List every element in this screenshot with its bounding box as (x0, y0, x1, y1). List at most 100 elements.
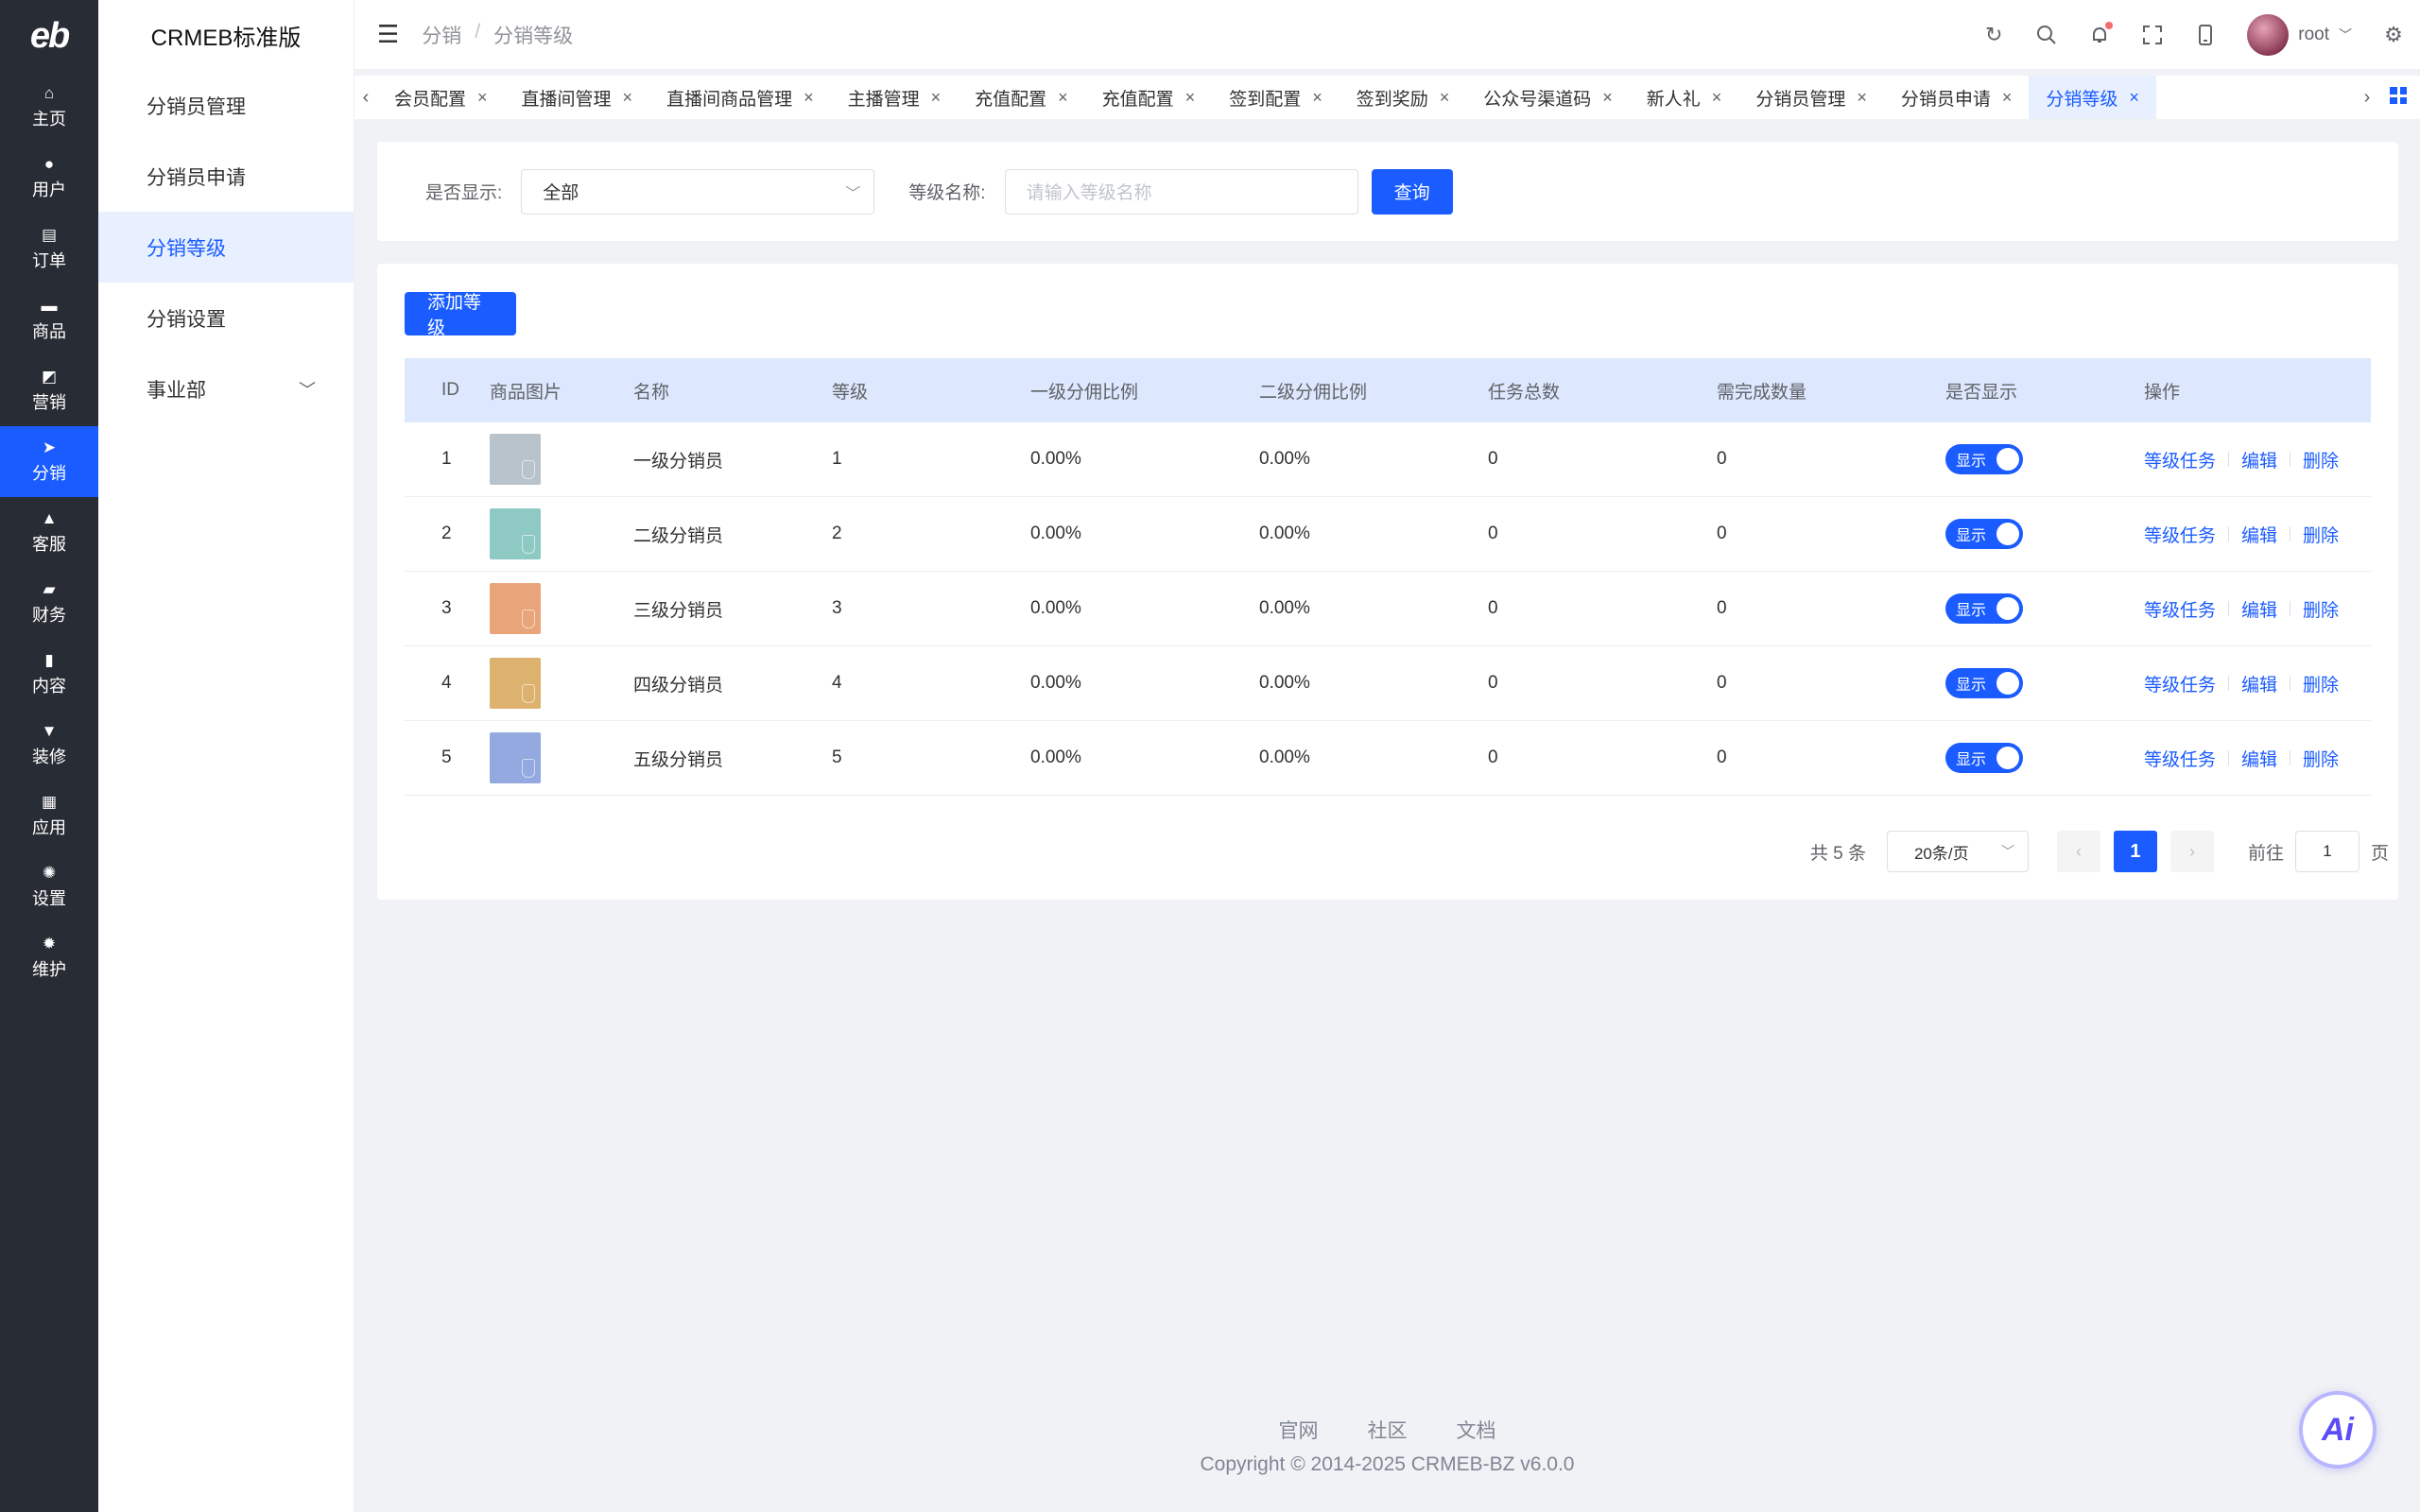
level-thumbnail-image[interactable] (490, 658, 541, 709)
rail-item-home[interactable]: ⌂ 主页 (0, 72, 98, 143)
close-icon[interactable]: × (1857, 88, 1867, 108)
rail-item-distribution[interactable]: ➤ 分销 (0, 426, 98, 497)
tabs-scroll-right-icon[interactable]: › (2356, 87, 2378, 109)
rail-item-settings[interactable]: ✺ 设置 (0, 851, 98, 922)
level-thumbnail-image[interactable] (490, 583, 541, 634)
prev-page-button[interactable]: ‹ (2056, 831, 2100, 872)
close-icon[interactable]: × (1602, 88, 1613, 108)
delete-link[interactable]: 删除 (2303, 596, 2339, 622)
tab-item[interactable]: 充值配置 × (1085, 76, 1213, 119)
tab-item[interactable]: 新人礼 × (1630, 76, 1739, 119)
rail-item-product[interactable]: ▬ 商品 (0, 284, 98, 355)
level-task-link[interactable]: 等级任务 (2144, 522, 2216, 547)
rail-item-label: 内容 (32, 676, 66, 696)
tab-item[interactable]: 充值配置 × (958, 76, 1085, 119)
rail-item-finance[interactable]: ▰ 财务 (0, 568, 98, 639)
subnav-item-division[interactable]: 事业部 ﹀ (98, 353, 354, 424)
mobile-icon[interactable] (2194, 24, 2217, 46)
rail-item-content[interactable]: ▮ 内容 (0, 639, 98, 710)
tab-item[interactable]: 直播间管理 × (505, 76, 650, 119)
tab-item[interactable]: 分销员申请 × (1884, 76, 2030, 119)
show-toggle-switch[interactable]: 显示 (1945, 593, 2023, 624)
footer-link-official[interactable]: 官网 (1279, 1416, 1319, 1444)
tab-item[interactable]: 直播间商品管理 × (649, 76, 831, 119)
refresh-icon[interactable]: ↻ (1982, 23, 2005, 46)
add-level-button[interactable]: 添加等级 (405, 292, 516, 338)
tab-item[interactable]: 签到奖励 × (1340, 76, 1467, 119)
level-thumbnail-image[interactable] (490, 434, 541, 485)
delete-link[interactable]: 删除 (2303, 746, 2339, 771)
rail-item-decorate[interactable]: ▼ 装修 (0, 710, 98, 781)
fullscreen-icon[interactable] (2141, 24, 2164, 46)
close-icon[interactable]: × (1312, 88, 1322, 108)
subnav-item-distribution-settings[interactable]: 分销设置 (98, 283, 354, 353)
edit-link[interactable]: 编辑 (2241, 596, 2277, 622)
show-toggle-switch[interactable]: 显示 (1945, 743, 2023, 773)
page-number-current[interactable]: 1 (2113, 831, 2157, 872)
close-icon[interactable]: × (804, 88, 814, 108)
tab-item[interactable]: 签到配置 × (1212, 76, 1340, 119)
subnav-item-distributor-apply[interactable]: 分销员申请 (98, 141, 354, 212)
level-task-link[interactable]: 等级任务 (2144, 671, 2216, 696)
delete-link[interactable]: 删除 (2303, 447, 2339, 472)
tabs-scroll-left-icon[interactable]: ‹ (354, 87, 377, 109)
tab-item[interactable]: 分销等级 × (2029, 76, 2156, 119)
column-header: 需完成数量 (1717, 382, 1807, 403)
rail-item-service-bell[interactable]: ▲ 客服 (0, 497, 98, 568)
level-task-link[interactable]: 等级任务 (2144, 596, 2216, 622)
page-size-select[interactable]: 20条/页 ﹀ (1886, 831, 2029, 872)
rail-item-order[interactable]: ▤ 订单 (0, 214, 98, 284)
gear-icon[interactable]: ⚙ (2382, 23, 2405, 46)
query-button[interactable]: 查询 (1371, 168, 1453, 215)
level-task-link[interactable]: 等级任务 (2144, 746, 2216, 771)
breadcrumb-parent[interactable]: 分销 (422, 21, 461, 49)
footer-link-community[interactable]: 社区 (1368, 1416, 1408, 1444)
rail-item-maintain[interactable]: ✹ 维护 (0, 922, 98, 993)
tabs-menu-grid-icon[interactable] (2390, 87, 2407, 104)
level-name-input[interactable]: 请输入等级名称 (1004, 168, 1358, 215)
rail-item-user[interactable]: ● 用户 (0, 143, 98, 214)
footer-link-docs[interactable]: 文档 (1457, 1416, 1496, 1444)
level-thumbnail-image[interactable] (490, 508, 541, 559)
edit-link[interactable]: 编辑 (2241, 746, 2277, 771)
delete-link[interactable]: 删除 (2303, 522, 2339, 547)
close-icon[interactable]: × (477, 88, 488, 108)
close-icon[interactable]: × (1712, 88, 1722, 108)
tab-item[interactable]: 分销员管理 × (1738, 76, 1884, 119)
close-icon[interactable]: × (2129, 88, 2139, 108)
show-filter-select[interactable]: 全部 ﹀ (521, 168, 875, 215)
bell-icon[interactable] (2088, 22, 2114, 46)
cell-need-complete: 0 (1717, 524, 1727, 543)
user-menu[interactable]: root ﹀ (2247, 14, 2352, 56)
close-icon[interactable]: × (1440, 88, 1450, 108)
close-icon[interactable]: × (1185, 88, 1196, 108)
subnav-item-distribution-level[interactable]: 分销等级 (98, 212, 354, 283)
ai-assistant-button[interactable]: Ai (2299, 1391, 2377, 1469)
edit-link[interactable]: 编辑 (2241, 522, 2277, 547)
show-toggle-switch[interactable]: 显示 (1945, 668, 2023, 698)
close-icon[interactable]: × (931, 88, 942, 108)
tab-item[interactable]: 公众号渠道码 × (1466, 76, 1630, 119)
delete-link[interactable]: 删除 (2303, 671, 2339, 696)
goto-page-input[interactable]: 1 (2294, 831, 2360, 872)
tab-item[interactable]: 会员配置 × (377, 76, 505, 119)
show-toggle-switch[interactable]: 显示 (1945, 519, 2023, 549)
menu-toggle-icon[interactable]: ☰ (377, 20, 399, 49)
next-page-button[interactable]: › (2169, 831, 2214, 872)
edit-link[interactable]: 编辑 (2241, 447, 2277, 472)
logo[interactable]: eb (0, 0, 98, 72)
cell-level: 4 (832, 673, 842, 693)
show-toggle-switch[interactable]: 显示 (1945, 444, 2023, 474)
level-task-link[interactable]: 等级任务 (2144, 447, 2216, 472)
rail-item-marketing[interactable]: ◩ 营销 (0, 355, 98, 426)
tab-item[interactable]: 主播管理 × (831, 76, 959, 119)
close-icon[interactable]: × (1058, 88, 1068, 108)
search-icon[interactable] (2035, 24, 2058, 46)
subnav-item-distributor-manage[interactable]: 分销员管理 (98, 70, 354, 141)
close-icon[interactable]: × (2002, 88, 2013, 108)
rail-item-apps[interactable]: ▦ 应用 (0, 781, 98, 851)
switch-label: 显示 (1956, 603, 1987, 619)
edit-link[interactable]: 编辑 (2241, 671, 2277, 696)
level-thumbnail-image[interactable] (490, 732, 541, 783)
close-icon[interactable]: × (623, 88, 633, 108)
